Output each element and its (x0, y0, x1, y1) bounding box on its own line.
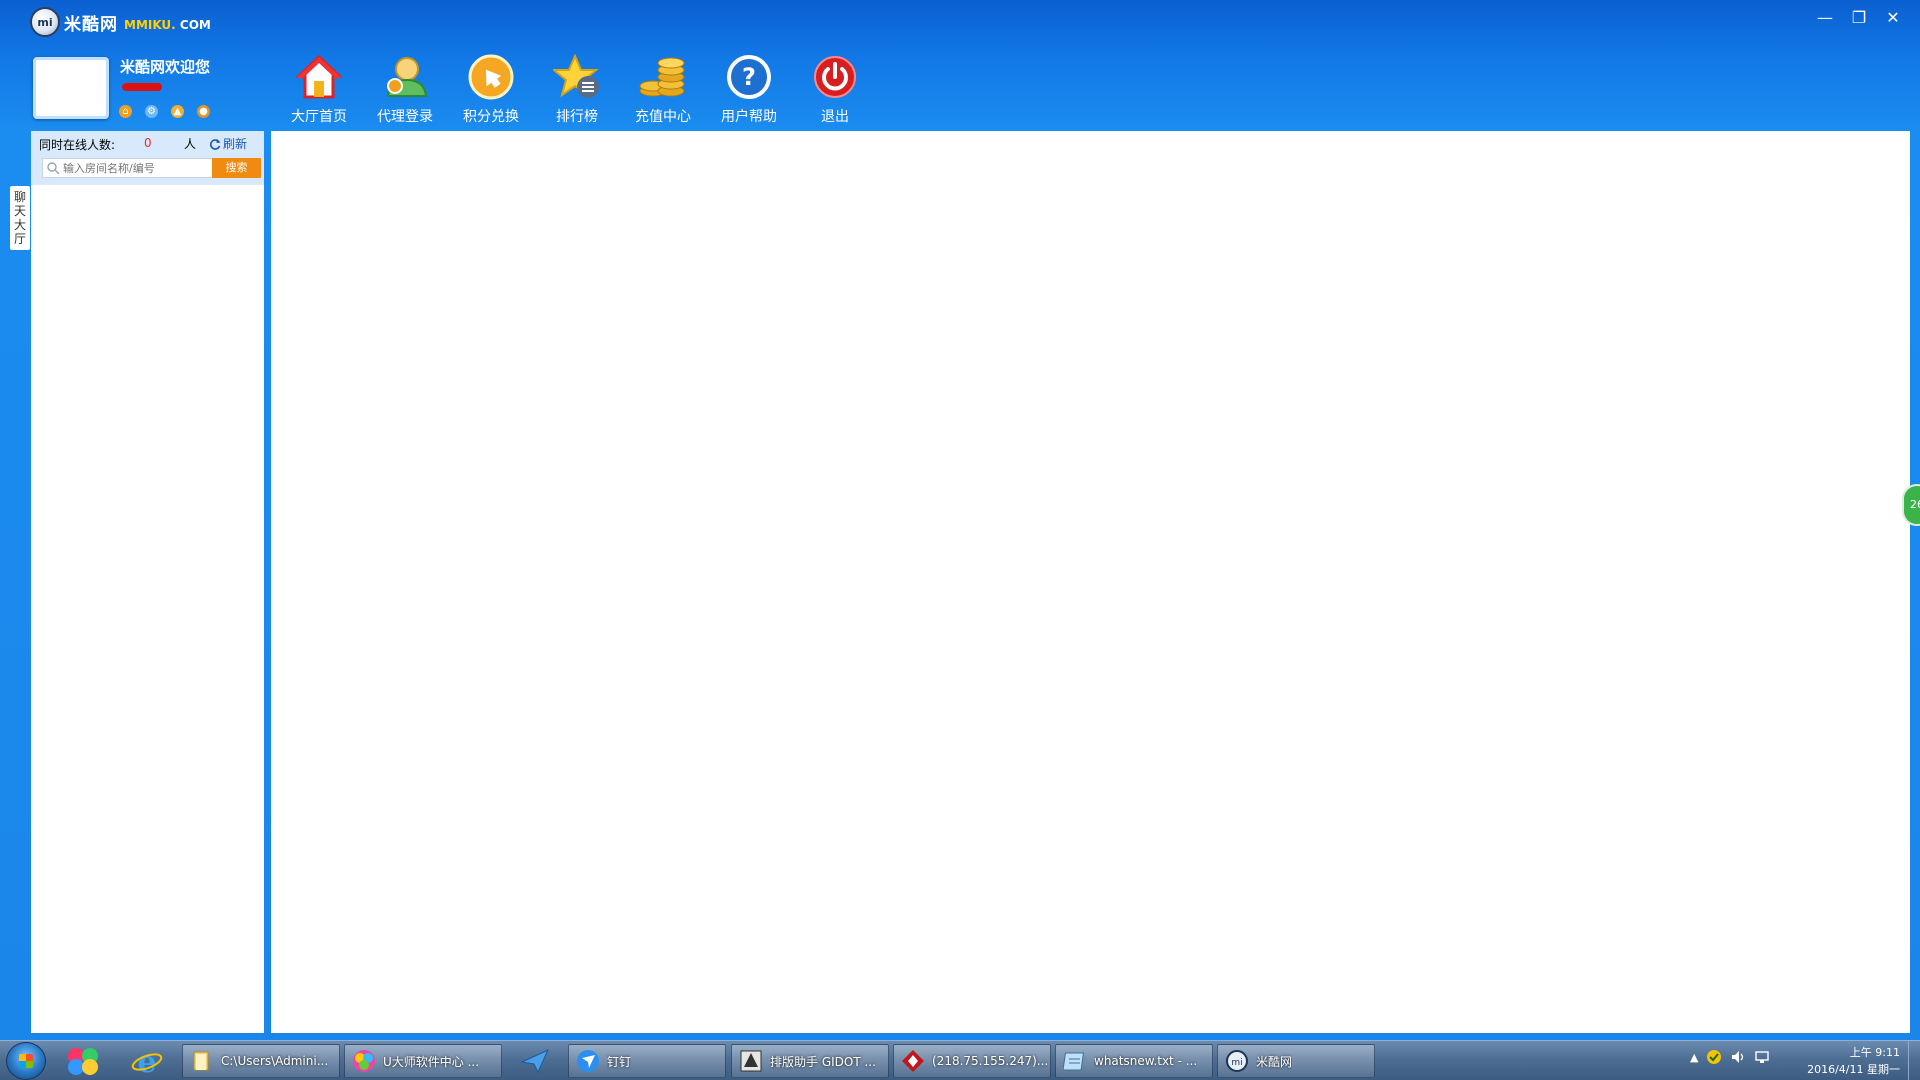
toolbar-label: 充值中心 (635, 109, 691, 125)
online-unit: 人 (184, 137, 197, 151)
coin-icon[interactable]: ● (197, 105, 210, 118)
search-button[interactable]: 搜索 (212, 158, 261, 178)
taskbar-item-udashi[interactable]: U大师软件中心 ... (344, 1044, 502, 1078)
ie-browser-icon[interactable]: e (124, 1045, 170, 1077)
help-question-icon: ? (724, 52, 774, 102)
online-count: 0 (144, 136, 152, 150)
toolbar-label: 排行榜 (556, 109, 598, 125)
logo-text: 米酷网 (64, 14, 118, 35)
house-icon (294, 52, 344, 102)
taskbar-item-title: C:\Users\Admini... (221, 1054, 329, 1068)
lock-icon[interactable]: ▲ (171, 105, 184, 118)
gear-icon[interactable]: ⚙ (145, 105, 158, 118)
start-button[interactable] (6, 1042, 46, 1080)
remote-icon (900, 1048, 926, 1074)
taskbar-item-title: 钉钉 (607, 1054, 632, 1069)
coin-stack-icon (638, 52, 688, 102)
taskbar-item-dingtalk[interactable]: 钉钉 (568, 1044, 726, 1078)
refresh-label: 刷新 (223, 137, 248, 151)
star-list-icon (552, 52, 602, 102)
app-logo: mi 米酷网 MMIKU. COM (30, 7, 211, 37)
system-tray: ▲ (1690, 1049, 1770, 1065)
agent-user-icon (380, 52, 430, 102)
sidebar-header: 同时在线人数: 0 人 刷新 搜索 (31, 131, 264, 185)
floating-badge[interactable]: 26 (1902, 484, 1920, 526)
restore-button[interactable]: ❐ (1850, 8, 1868, 28)
toolbar-label: 大厅首页 (291, 109, 347, 125)
system-clock[interactable]: 上午 9:11 2016/4/11 星期一 (1790, 1044, 1900, 1078)
refresh-icon (209, 138, 221, 150)
app-window: mi 米酷网 MMIKU. COM — ❐ ✕ 米酷网欢迎您 ⌂ ⚙ ▲ ● 大… (0, 0, 1920, 1040)
avatar[interactable] (33, 57, 109, 119)
toolbar-label: 代理登录 (377, 109, 433, 125)
main-content (271, 131, 1910, 1033)
room-search-input[interactable] (63, 160, 211, 176)
toolbar-lobby-home[interactable]: 大厅首页 (276, 52, 362, 126)
show-desktop-button[interactable] (1908, 1041, 1920, 1080)
taskbar-item-title: whatsnew.txt - ... (1094, 1054, 1198, 1068)
folder-icon (189, 1048, 215, 1074)
dingtalk-icon (575, 1048, 601, 1074)
power-icon (810, 52, 860, 102)
close-button[interactable]: ✕ (1884, 8, 1902, 28)
online-label: 同时在线人数: (39, 138, 116, 152)
tab-chat-hall[interactable]: 聊天大厅 (10, 186, 30, 250)
notepad-icon (1062, 1048, 1088, 1074)
pinned-bird-icon[interactable] (512, 1045, 558, 1077)
typeset-icon (738, 1048, 764, 1074)
taskbar-item-typeset[interactable]: 排版助手 GIDOT ... (731, 1044, 889, 1078)
window-controls: — ❐ ✕ (1816, 8, 1902, 28)
taskbar-item-title: (218.75.155.247)... (932, 1054, 1049, 1068)
toolbar-label: 退出 (821, 109, 849, 125)
toolbar-label: 积分兑换 (463, 109, 519, 125)
user-mini-icons: ⌂ ⚙ ▲ ● (119, 105, 210, 118)
refresh-button[interactable]: 刷新 (209, 135, 247, 152)
security-shield-icon[interactable] (1706, 1049, 1722, 1065)
taskbar-item-mimiku[interactable]: mi 米酷网 (1217, 1044, 1375, 1078)
exchange-arrow-icon (466, 52, 516, 102)
status-badge (122, 83, 162, 91)
tray-expand-arrow[interactable]: ▲ (1690, 1051, 1698, 1064)
svg-text:mi: mi (1231, 1058, 1242, 1068)
avatar-dropdown-icon[interactable] (96, 82, 106, 88)
search-icon (47, 162, 60, 175)
toolbar-leaderboard[interactable]: 排行榜 (534, 52, 620, 126)
taskbar-item-remote[interactable]: (218.75.155.247)... (893, 1044, 1051, 1078)
clock-date: 2016/4/11 星期一 (1807, 1063, 1900, 1076)
taskbar-item-title: 排版助手 GIDOT ... (770, 1054, 876, 1069)
volume-icon[interactable] (1730, 1049, 1746, 1065)
main-toolbar: 大厅首页 代理登录 积分兑换 排行榜 充值中心 ? 用户帮助 退出 (276, 52, 878, 126)
minimize-button[interactable]: — (1816, 8, 1834, 28)
welcome-text: 米酷网欢迎您 (120, 58, 211, 76)
toolbar-label: 用户帮助 (721, 109, 777, 125)
toolbar-agent-login[interactable]: 代理登录 (362, 52, 448, 126)
taskbar-item-explorer[interactable]: C:\Users\Admini... (182, 1044, 340, 1078)
title-bar[interactable]: mi 米酷网 MMIKU. COM — ❐ ✕ (0, 0, 1920, 44)
logo-mark-icon: mi (30, 7, 60, 37)
network-icon[interactable] (1754, 1049, 1770, 1065)
taskbar-item-title: U大师软件中心 ... (383, 1054, 480, 1069)
toolbar-recharge-center[interactable]: 充值中心 (620, 52, 706, 126)
taskbar: e C:\Users\Admini... U大师软件中心 ... 钉钉 排版助手… (0, 1040, 1920, 1080)
pinned-app-icon[interactable] (60, 1045, 106, 1077)
room-search-box (42, 158, 213, 178)
toolbar-user-help[interactable]: ? 用户帮助 (706, 52, 792, 126)
clock-time: 上午 9:11 (1849, 1046, 1900, 1059)
room-sidebar: 同时在线人数: 0 人 刷新 搜索 (31, 131, 297, 1033)
mimiku-icon: mi (1224, 1048, 1250, 1074)
toolbar-points-exchange[interactable]: 积分兑换 (448, 52, 534, 126)
logo-domain: MMIKU. COM (124, 18, 211, 32)
color-ball-icon (351, 1048, 377, 1074)
taskbar-item-notepad[interactable]: whatsnew.txt - ... (1055, 1044, 1213, 1078)
toolbar-exit[interactable]: 退出 (792, 52, 878, 126)
svg-text:e: e (137, 1045, 156, 1077)
taskbar-item-title: 米酷网 (1256, 1054, 1293, 1069)
svg-text:?: ? (742, 63, 756, 91)
home-icon[interactable]: ⌂ (119, 105, 132, 118)
